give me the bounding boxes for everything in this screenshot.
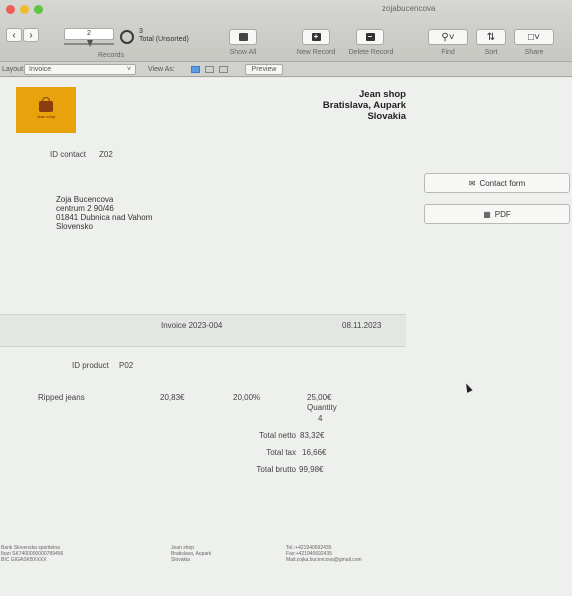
next-record-button[interactable]: › xyxy=(23,28,39,42)
contact-id-field[interactable]: Z02 xyxy=(99,150,113,159)
invoice-number[interactable]: Invoice 2023-004 xyxy=(161,321,222,330)
contact-city[interactable]: 01841 Dubnica nad Vahom xyxy=(56,213,152,222)
close-window-button[interactable] xyxy=(6,5,15,14)
total-status: Total (Unsorted) xyxy=(139,36,189,43)
quantity-label: Quantity xyxy=(307,403,337,412)
invoice-header-band xyxy=(0,314,406,346)
logo-text: Jean shop xyxy=(36,114,56,119)
shop-city: Bratislava, Aupark xyxy=(322,100,406,111)
layout-value: Invoice xyxy=(29,66,52,73)
shop-country: Slovakia xyxy=(367,111,406,122)
document-icon: ▦ xyxy=(483,209,491,219)
total-brutto-label: Total brutto xyxy=(256,465,296,474)
contact-street[interactable]: centrum 2 90/46 xyxy=(56,204,152,213)
plus-icon: + xyxy=(311,33,321,41)
envelope-icon: ✉ xyxy=(468,178,476,188)
contact-id-label: ID contact xyxy=(50,150,87,159)
product-net-price[interactable]: 20,83€ xyxy=(160,393,184,402)
footer-contact: Tel.:+421940692435 Fax:+421940692435 Mai… xyxy=(286,545,362,563)
view-as-label: View As: xyxy=(148,66,175,73)
contact-form-label: Contact form xyxy=(479,178,526,188)
invoice-date[interactable]: 08.11.2023 xyxy=(342,321,381,330)
product-quantity[interactable]: 4 xyxy=(318,414,322,423)
delete-record-button[interactable]: – xyxy=(356,29,384,45)
product-gross-price[interactable]: 25,00€ xyxy=(307,393,331,402)
layout-label: Layout: xyxy=(2,66,25,73)
share-button[interactable]: □˅ xyxy=(514,29,554,45)
bank-bic: BIC GIGASKBXXXX xyxy=(1,557,47,563)
table-view-icon[interactable] xyxy=(219,66,228,73)
product-id-label: ID product xyxy=(72,361,109,370)
footer-shop-country: Slovakia xyxy=(171,557,190,563)
delete-record-label: Delete Record xyxy=(348,49,394,56)
footer-bank: Bank Slovenska sporitelna Iban SK7400000… xyxy=(1,545,63,563)
preview-button[interactable]: Preview xyxy=(245,64,283,75)
minimize-window-button[interactable] xyxy=(20,5,29,14)
contact-name[interactable]: Zoja Bucencova xyxy=(56,195,152,204)
shop-name: Jean shop xyxy=(359,89,406,100)
form-view-icon[interactable] xyxy=(191,66,200,73)
found-set-pie-icon xyxy=(120,30,134,44)
sort-icon: ⇅ xyxy=(486,31,496,43)
total-tax-value[interactable]: 16,66€ xyxy=(302,448,326,457)
chevron-right-icon: › xyxy=(29,29,33,41)
new-record-button[interactable]: + xyxy=(302,29,330,45)
shop-header: Jean shop Bratislava, Aupark Slovakia xyxy=(323,89,406,122)
find-label: Find xyxy=(441,49,455,56)
share-label: Share xyxy=(524,49,544,56)
records-label: Records xyxy=(98,52,125,59)
total-count: 3 xyxy=(139,28,143,35)
window-controls xyxy=(6,5,43,14)
divider xyxy=(0,346,406,347)
record-number-field[interactable]: 2 xyxy=(64,28,114,40)
show-all-icon xyxy=(238,33,248,41)
layout-select[interactable]: Invoice ˅ xyxy=(24,64,136,75)
contact-country[interactable]: Slovensko xyxy=(56,222,152,231)
toolbar: zojabucencova ‹ › 2 Records 3 Total (Uns… xyxy=(0,0,572,62)
pdf-label: PDF xyxy=(494,209,511,219)
chevron-left-icon: ‹ xyxy=(12,29,16,41)
shopping-bag-icon xyxy=(39,97,53,112)
window-title: zojabucencova xyxy=(382,4,436,13)
record-count: 3 Total (Unsorted) xyxy=(139,28,189,44)
sort-button[interactable]: ⇅ xyxy=(476,29,506,45)
product-id-field[interactable]: P02 xyxy=(119,361,133,370)
total-brutto-value[interactable]: 99,98€ xyxy=(299,465,323,474)
list-view-icon[interactable] xyxy=(205,66,214,73)
chevron-down-icon: ˅ xyxy=(126,66,131,73)
contact-form-button[interactable]: ✉ Contact form xyxy=(424,173,570,193)
invoice-layout: Jean shop Jean shop Bratislava, Aupark S… xyxy=(0,78,572,596)
new-record-label: New Record xyxy=(296,49,336,56)
footer-shop: Jean shop Bratislava, Aupark Slovakia xyxy=(171,545,211,563)
show-all-label: Show All xyxy=(229,49,257,56)
minus-icon: – xyxy=(365,33,375,41)
zoom-window-button[interactable] xyxy=(34,5,43,14)
product-vat[interactable]: 20,00% xyxy=(233,393,260,402)
total-tax-label: Total tax xyxy=(266,448,296,457)
pdf-button[interactable]: ▦ PDF xyxy=(424,204,570,224)
contact-address: Zoja Bucencova centrum 2 90/46 01841 Dub… xyxy=(56,195,152,231)
sort-label: Sort xyxy=(484,49,498,56)
footer-mail: Mail:zojka.bucencova@gmail.com xyxy=(286,557,362,563)
magnifier-icon: ⚲˅ xyxy=(441,31,455,43)
product-name[interactable]: Ripped jeans xyxy=(38,393,85,402)
previous-record-button[interactable]: ‹ xyxy=(6,28,22,42)
total-netto-label: Total netto xyxy=(259,431,296,440)
share-icon: □˅ xyxy=(528,31,540,43)
find-button[interactable]: ⚲˅ xyxy=(428,29,468,45)
show-all-button[interactable] xyxy=(229,29,257,45)
total-netto-value[interactable]: 83,32€ xyxy=(300,431,324,440)
divider xyxy=(0,314,406,315)
shop-logo: Jean shop xyxy=(16,87,76,133)
mouse-pointer xyxy=(463,382,473,393)
layout-bar: Layout: Invoice ˅ View As: Preview xyxy=(0,62,572,77)
